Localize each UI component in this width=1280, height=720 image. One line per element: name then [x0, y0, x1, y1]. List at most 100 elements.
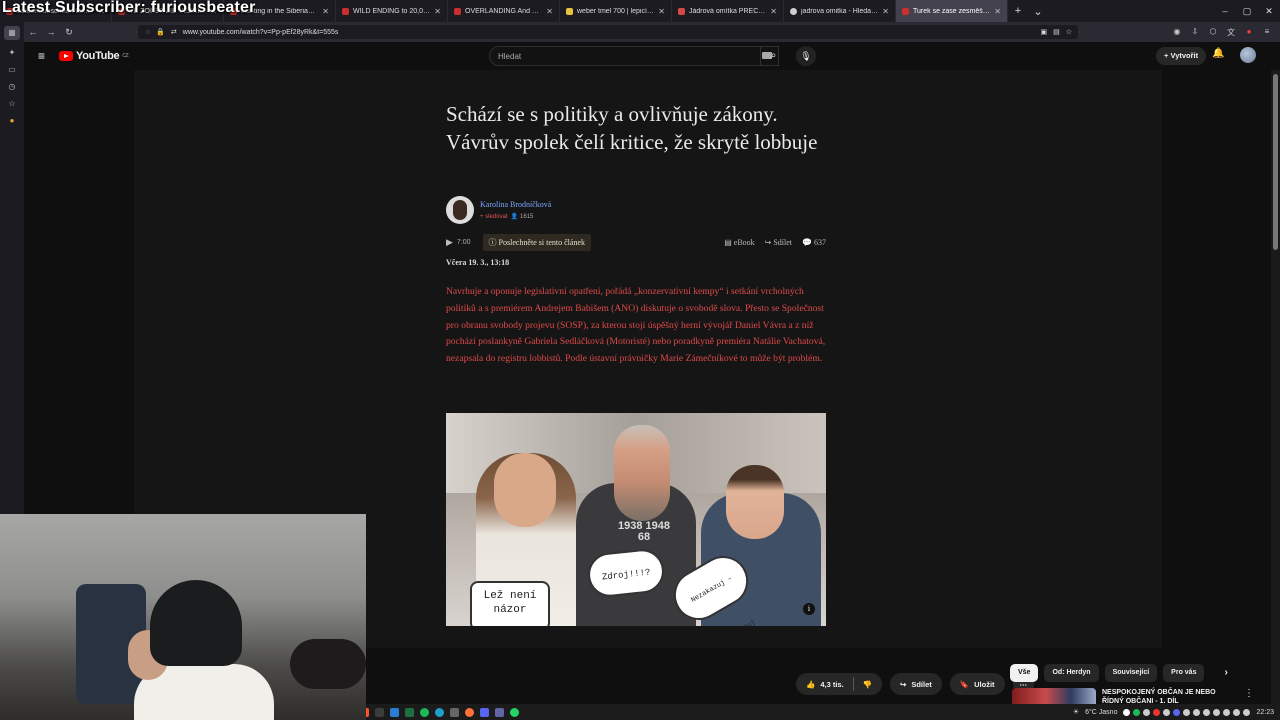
scrollbar-thumb[interactable] — [1273, 74, 1278, 250]
save-label: Uložit — [974, 679, 995, 689]
settings-icon[interactable] — [450, 707, 459, 717]
create-button[interactable]: + Vytvořit — [1156, 47, 1207, 65]
person-left-face — [494, 453, 556, 527]
tray-icon-6[interactable] — [1173, 708, 1181, 716]
author-meta: + sledovat 👤 1615 — [480, 213, 551, 220]
browser-tab-active[interactable]: Turek se zase zesměšnil - Y ✕ — [896, 0, 1008, 22]
whatsapp-icon[interactable] — [510, 707, 519, 717]
youtube-logo[interactable]: YouTube CZ — [59, 50, 129, 62]
tray-icon-12[interactable] — [1233, 708, 1241, 716]
file-explorer-icon[interactable] — [375, 707, 384, 717]
close-window-icon[interactable]: ✕ — [1258, 0, 1280, 22]
excel-icon[interactable] — [405, 707, 414, 717]
microphone-icon[interactable]: 🎙 — [796, 46, 816, 66]
browser-tab[interactable]: Jádrová omítka PRECIT univerzá ✕ — [672, 0, 784, 22]
save-button[interactable]: 🔖 Uložit — [949, 673, 1005, 695]
maximize-icon[interactable]: ▢ — [1236, 0, 1258, 22]
sidebar-toggle-icon[interactable]: ▦ — [4, 26, 20, 40]
share-button[interactable]: ↪ Sdílet — [890, 673, 942, 695]
chip-all[interactable]: Vše — [1010, 664, 1039, 682]
weather-icon[interactable]: ☀ — [1073, 708, 1079, 716]
back-icon[interactable]: ← — [24, 27, 42, 37]
follow-label: sledovat — [485, 214, 508, 220]
synced-tabs-icon[interactable]: ▭ — [8, 65, 16, 74]
person-right-face — [726, 465, 784, 539]
tray-icon-11[interactable] — [1223, 708, 1231, 716]
chip-related[interactable]: Související — [1104, 664, 1158, 682]
extension-red-icon[interactable]: ● — [1242, 27, 1256, 38]
close-tab-icon[interactable]: ✕ — [546, 7, 553, 16]
discord-icon[interactable] — [480, 707, 489, 717]
address-bar[interactable]: ◌ 🔒 ⇄ www.youtube.com/watch?v=Pp-pEf28yR… — [138, 25, 1078, 39]
new-tab-icon[interactable]: + — [1008, 5, 1028, 17]
tray-icon-3[interactable] — [1143, 708, 1151, 716]
extensions-icon[interactable]: ⬡ — [1206, 27, 1220, 38]
close-tab-icon[interactable]: ✕ — [322, 7, 329, 16]
edge-icon[interactable] — [435, 707, 444, 717]
permissions-icon: ⇄ — [170, 29, 177, 36]
menu-icon[interactable]: ≡ — [1260, 27, 1274, 38]
search-input[interactable]: Hledat — [489, 46, 779, 66]
shirt-print: 1938 1948 68 — [618, 520, 670, 543]
bookmarks-icon[interactable]: ☆ — [8, 99, 15, 108]
chevron-right-icon[interactable]: › — [1224, 664, 1227, 682]
tray-icon-8[interactable] — [1193, 708, 1201, 716]
history-icon[interactable]: ◷ — [9, 82, 16, 91]
hamburger-menu-icon[interactable]: ≡ — [38, 49, 45, 63]
ebook-label: eBook — [733, 237, 755, 247]
minimize-icon[interactable]: – — [1214, 0, 1236, 22]
firefox-icon[interactable] — [465, 707, 474, 717]
like-button[interactable]: 👍 4,3 tis. 👎 — [796, 673, 883, 695]
webcam-overlay — [0, 514, 366, 720]
browser-tab[interactable]: OVERLANDING And EXPLORIN ✕ — [448, 0, 560, 22]
browser-tab[interactable]: WILD ENDING to 20,000km Fro✕ — [336, 0, 448, 22]
picture-in-picture-icon[interactable]: ▣ — [1040, 28, 1047, 36]
lock-icon: 🔒 — [156, 29, 165, 36]
bookmark-star-icon[interactable]: ☆ — [1066, 28, 1072, 36]
ai-chat-icon[interactable]: ✦ — [9, 48, 16, 57]
downloads-icon[interactable]: ⇩ — [1188, 27, 1202, 38]
tray-icon-10[interactable] — [1213, 708, 1221, 716]
user-avatar[interactable] — [1240, 47, 1256, 63]
account-icon[interactable]: ◉ — [1170, 27, 1184, 38]
chip-from-channel[interactable]: Od: Herdyn — [1044, 664, 1099, 682]
tray-icon-9[interactable] — [1203, 708, 1211, 716]
reload-icon[interactable]: ↻ — [60, 27, 78, 38]
close-tab-icon[interactable]: ✕ — [658, 7, 665, 16]
thumbs-down-icon[interactable]: 👎 — [863, 680, 872, 689]
tab-title: Turek se zase zesměšnil - Y — [913, 7, 990, 15]
listen-badge: ⓘ Poslechněte si tento článek — [482, 233, 591, 251]
comments-tool: 💬 637 — [802, 238, 826, 247]
spotify-icon[interactable] — [420, 707, 429, 717]
reader-view-icon[interactable]: ▤ — [1053, 28, 1060, 36]
close-tab-icon[interactable]: ✕ — [770, 7, 777, 16]
forward-icon[interactable]: → — [42, 27, 60, 37]
word-icon[interactable] — [390, 707, 399, 717]
close-tab-icon[interactable]: ✕ — [882, 7, 889, 16]
search-icon[interactable]: ⌕ — [760, 46, 786, 66]
browser-tab[interactable]: weber tmel 700 | lepicí a stěrko ✕ — [560, 0, 672, 22]
translate-icon[interactable]: 文 — [1224, 27, 1238, 38]
share-label: Sdílet — [773, 237, 793, 247]
close-tab-icon[interactable]: ✕ — [994, 7, 1001, 16]
page-scrollbar[interactable] — [1271, 70, 1280, 720]
photo-info-icon[interactable]: i — [803, 603, 815, 615]
close-tab-icon[interactable]: ✕ — [434, 7, 441, 16]
tab-title: OVERLANDING And EXPLORIN — [465, 7, 542, 15]
tray-icon-13[interactable] — [1243, 708, 1251, 716]
weather-text[interactable]: 6°C Jasno — [1085, 709, 1117, 716]
extension-icon[interactable]: ● — [10, 116, 15, 125]
google-favicon-icon — [790, 7, 797, 15]
tab-list-chevron-icon[interactable]: ⌄ — [1028, 5, 1048, 18]
clock[interactable]: 22:23 — [1256, 709, 1274, 716]
tray-icon-5[interactable] — [1163, 708, 1171, 716]
tray-icon-2[interactable] — [1133, 708, 1141, 716]
tray-icon-4[interactable] — [1153, 708, 1161, 716]
teams-icon[interactable] — [495, 707, 504, 717]
tray-icon-1[interactable] — [1123, 708, 1131, 716]
tray-icon-7[interactable] — [1183, 708, 1191, 716]
browser-tab[interactable]: jadrova omitka - Hledat Googl ✕ — [784, 0, 896, 22]
chip-for-you[interactable]: Pro vás — [1163, 664, 1205, 682]
notifications-bell-icon[interactable]: 🔔 — [1212, 48, 1224, 59]
youtube-favicon-icon — [454, 7, 461, 15]
